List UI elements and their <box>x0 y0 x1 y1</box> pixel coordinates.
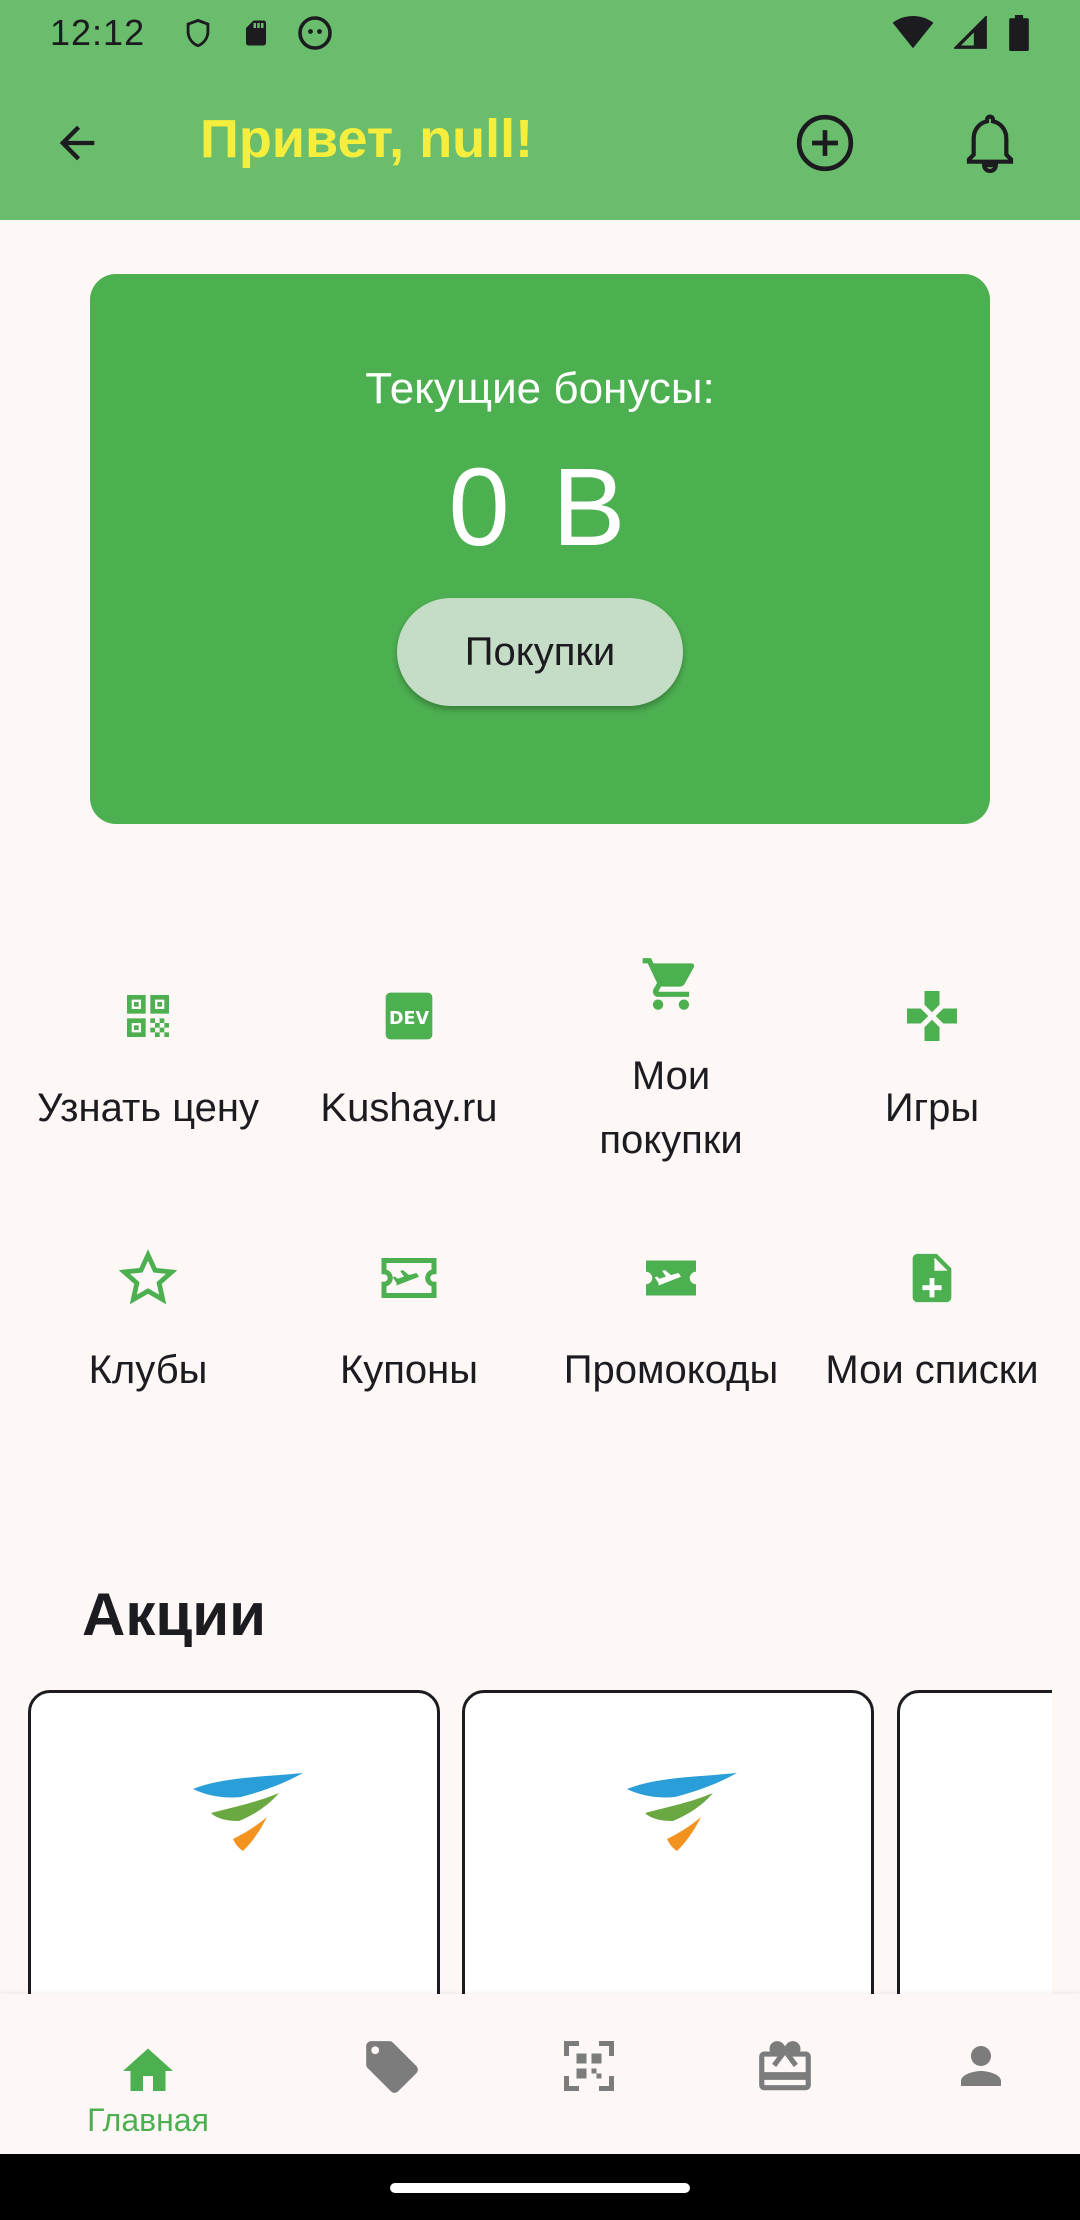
gift-card-icon <box>759 2041 811 2091</box>
action-label: Мои списки <box>825 1348 1039 1392</box>
nav-label: Главная <box>87 2102 209 2138</box>
gamepad-icon <box>900 984 964 1048</box>
back-button[interactable] <box>44 110 110 176</box>
action-kushay[interactable]: DEV Kushay.ru <box>278 984 540 1140</box>
status-icons-right <box>892 15 1030 51</box>
dev-icon: DEV <box>377 984 441 1048</box>
brand-logo <box>193 1773 303 1860</box>
brand-logo <box>627 1773 737 1860</box>
signal-icon <box>954 16 987 49</box>
status-icons-left <box>181 15 333 51</box>
promo-card[interactable] <box>897 1690 1052 1994</box>
action-label: Купоны <box>339 1348 479 1392</box>
ticket-outline-icon <box>377 1246 441 1310</box>
status-time: 12:12 <box>50 12 146 53</box>
action-games[interactable]: Игры <box>801 984 1063 1140</box>
home-icon <box>123 2048 173 2091</box>
qr-scan-icon <box>564 2041 614 2091</box>
action-label: Kushay.ru <box>320 1086 498 1130</box>
nav-home[interactable]: Главная <box>87 2038 209 2139</box>
greeting-title: Привет, null! <box>200 109 534 169</box>
wifi-icon <box>892 16 934 49</box>
ticket-icon <box>639 1246 703 1310</box>
action-label: Узнать цену <box>36 1086 260 1130</box>
home-gesture-handle[interactable] <box>390 2183 690 2193</box>
action-clubs[interactable]: Клубы <box>17 1246 279 1402</box>
nav-scan[interactable] <box>529 2036 649 2096</box>
star-icon <box>116 1246 180 1310</box>
gesture-bar <box>0 2154 1080 2220</box>
nav-gift-cards[interactable] <box>725 2036 845 2098</box>
action-check-price[interactable]: Узнать цену <box>17 984 279 1140</box>
bonus-card: Текущие бонусы: 0 B Покупки <box>90 274 990 824</box>
android-icon <box>298 16 332 50</box>
shield-icon <box>186 18 210 48</box>
bottom-navigation: Главная <box>0 1994 1080 2154</box>
nav-profile[interactable] <box>921 2036 1041 2096</box>
bonus-value: 0 B <box>448 446 632 569</box>
nav-promotions[interactable] <box>332 2036 452 2098</box>
add-circle-icon <box>796 114 854 172</box>
add-button[interactable] <box>790 108 860 178</box>
purchases-button[interactable]: Покупки <box>397 598 683 706</box>
action-label: Промокоды <box>563 1348 779 1392</box>
promo-card[interactable] <box>462 1690 874 1994</box>
battery-icon <box>1009 15 1029 51</box>
tag-icon <box>366 2041 418 2093</box>
promo-card[interactable] <box>28 1690 440 1994</box>
action-label: Мои покупки <box>599 1054 743 1162</box>
action-my-purchases[interactable]: Мои покупки <box>540 952 802 1172</box>
action-coupons[interactable]: Купоны <box>278 1246 540 1402</box>
qr-code-icon <box>116 984 180 1048</box>
action-label: Игры <box>884 1086 980 1130</box>
action-label: Клубы <box>88 1348 208 1392</box>
app-bar: Привет, null! <box>0 66 1080 220</box>
arrow-back-icon <box>59 125 95 161</box>
promotions-title: Акции <box>82 1581 267 1648</box>
action-my-lists[interactable]: Мои списки <box>801 1246 1063 1402</box>
action-promocodes[interactable]: Промокоды <box>540 1246 802 1402</box>
promotions-carousel[interactable] <box>0 1690 1052 1994</box>
status-bar: 12:12 <box>0 0 1080 66</box>
cart-icon <box>639 952 703 1016</box>
svg-text:DEV: DEV <box>389 1009 429 1029</box>
notifications-button[interactable] <box>955 108 1025 178</box>
bonus-label: Текущие бонусы: <box>365 364 715 413</box>
sd-card-icon <box>246 20 267 46</box>
person-icon <box>961 2046 1001 2086</box>
bell-icon <box>966 114 1014 174</box>
add-document-icon <box>900 1246 964 1310</box>
